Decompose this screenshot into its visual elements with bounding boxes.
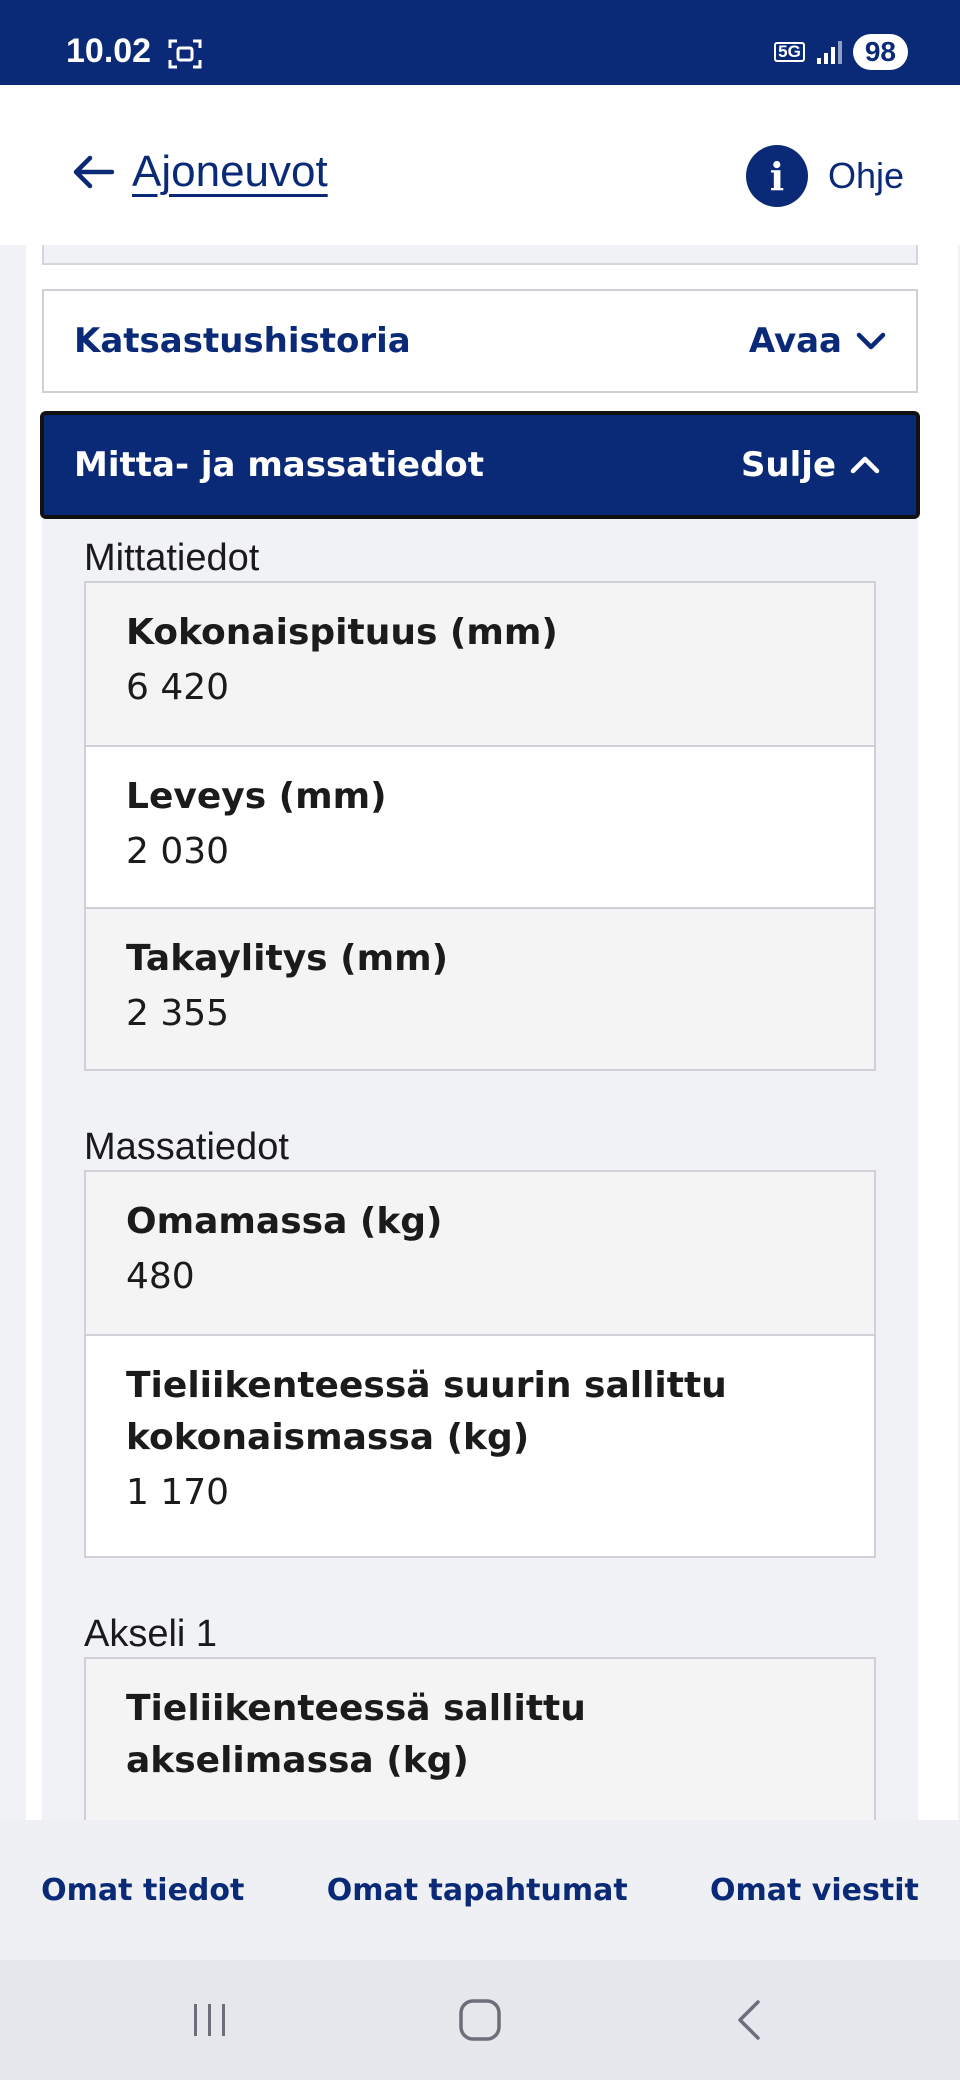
back-nav-icon[interactable] [720, 1996, 780, 2044]
data-value: 2 030 [126, 831, 230, 873]
network-5g-icon: 5G [774, 42, 805, 62]
accordion-title: Katsastushistoria [74, 321, 411, 361]
accordion-dimensions-mass[interactable]: Mitta- ja massatiedot Sulje [40, 411, 920, 519]
axle1-card: Tieliikenteessä sallittu akselimassa (kg… [84, 1657, 876, 1820]
chevron-up-icon [850, 456, 880, 474]
arrow-left-icon [73, 155, 114, 189]
data-row: Tieliikenteessä sallittu akselimassa (kg… [86, 1659, 874, 1820]
screenshot-indicator-icon [168, 39, 202, 69]
section-heading-mass: Massatiedot [84, 1126, 289, 1168]
data-row: Takaylitys (mm) 2 355 [86, 907, 874, 1069]
data-value: 1 170 [126, 1472, 230, 1514]
accordion-toggle[interactable]: Avaa [749, 321, 886, 361]
back-label: Ajoneuvot [132, 147, 328, 196]
chevron-down-icon [856, 332, 886, 350]
info-icon: i [745, 145, 808, 207]
data-row: Leveys (mm) 2 030 [86, 745, 874, 907]
data-value: 480 [126, 1256, 195, 1298]
nav-own-info[interactable]: Omat tiedot [41, 1873, 244, 1908]
content-area[interactable]: Katsastushistoria Avaa Mitta- ja massati… [0, 245, 960, 1820]
data-label: Kokonaispituus (mm) [126, 612, 558, 653]
system-navigation-bar [0, 1960, 960, 2080]
help-label: Ohje [827, 155, 904, 196]
mass-card: Omamassa (kg) 480 Tieliikenteessä suurin… [84, 1170, 876, 1558]
bottom-navigation: Omat tiedot Omat tapahtumat Omat viestit [0, 1820, 960, 1960]
signal-icon [816, 41, 842, 64]
data-row: Tieliikenteessä suurin sallittu kokonais… [86, 1334, 874, 1556]
accordion-action-label: Avaa [748, 321, 842, 361]
data-label: Tieliikenteessä sallittu akselimassa (kg… [126, 1688, 586, 1782]
dimensions-card: Kokonaispituus (mm) 6 420 Leveys (mm) 2 … [84, 581, 876, 1071]
data-label: Leveys (mm) [126, 776, 387, 817]
back-button[interactable]: Ajoneuvot [72, 147, 328, 197]
status-time: 10.02 [66, 32, 152, 70]
app-header: Ajoneuvot i Ohje [0, 85, 960, 245]
accordion-action-label: Sulje [740, 445, 836, 485]
nav-own-messages[interactable]: Omat viestit [710, 1873, 919, 1908]
data-value: 2 355 [126, 993, 230, 1035]
accordion-inspection-history[interactable]: Katsastushistoria Avaa [42, 289, 918, 393]
data-label: Tieliikenteessä suurin sallittu kokonais… [126, 1365, 727, 1459]
section-heading-axle1: Akseli 1 [84, 1613, 218, 1655]
data-row: Omamassa (kg) 480 [86, 1172, 874, 1334]
accordion-toggle[interactable]: Sulje [741, 445, 880, 485]
nav-own-events[interactable]: Omat tapahtumat [327, 1873, 628, 1908]
accordion-body: Mittatiedot Kokonaispituus (mm) 6 420 Le… [42, 519, 918, 1820]
accordion-title: Mitta- ja massatiedot [74, 445, 485, 485]
data-label: Omamassa (kg) [126, 1201, 443, 1242]
status-bar: 10.02 5G 98 [0, 0, 960, 85]
section-heading-dimensions: Mittatiedot [84, 537, 260, 579]
data-row: Kokonaispituus (mm) 6 420 [86, 583, 874, 745]
help-button[interactable]: i Ohje [745, 145, 904, 207]
previous-accordion-edge [42, 245, 918, 265]
status-indicators: 5G 98 [774, 34, 908, 70]
data-value: 6 420 [126, 667, 230, 709]
data-label: Takaylitys (mm) [126, 938, 449, 979]
recent-apps-icon[interactable] [180, 1996, 240, 2044]
battery-indicator: 98 [852, 34, 908, 70]
home-icon[interactable] [450, 1996, 510, 2044]
